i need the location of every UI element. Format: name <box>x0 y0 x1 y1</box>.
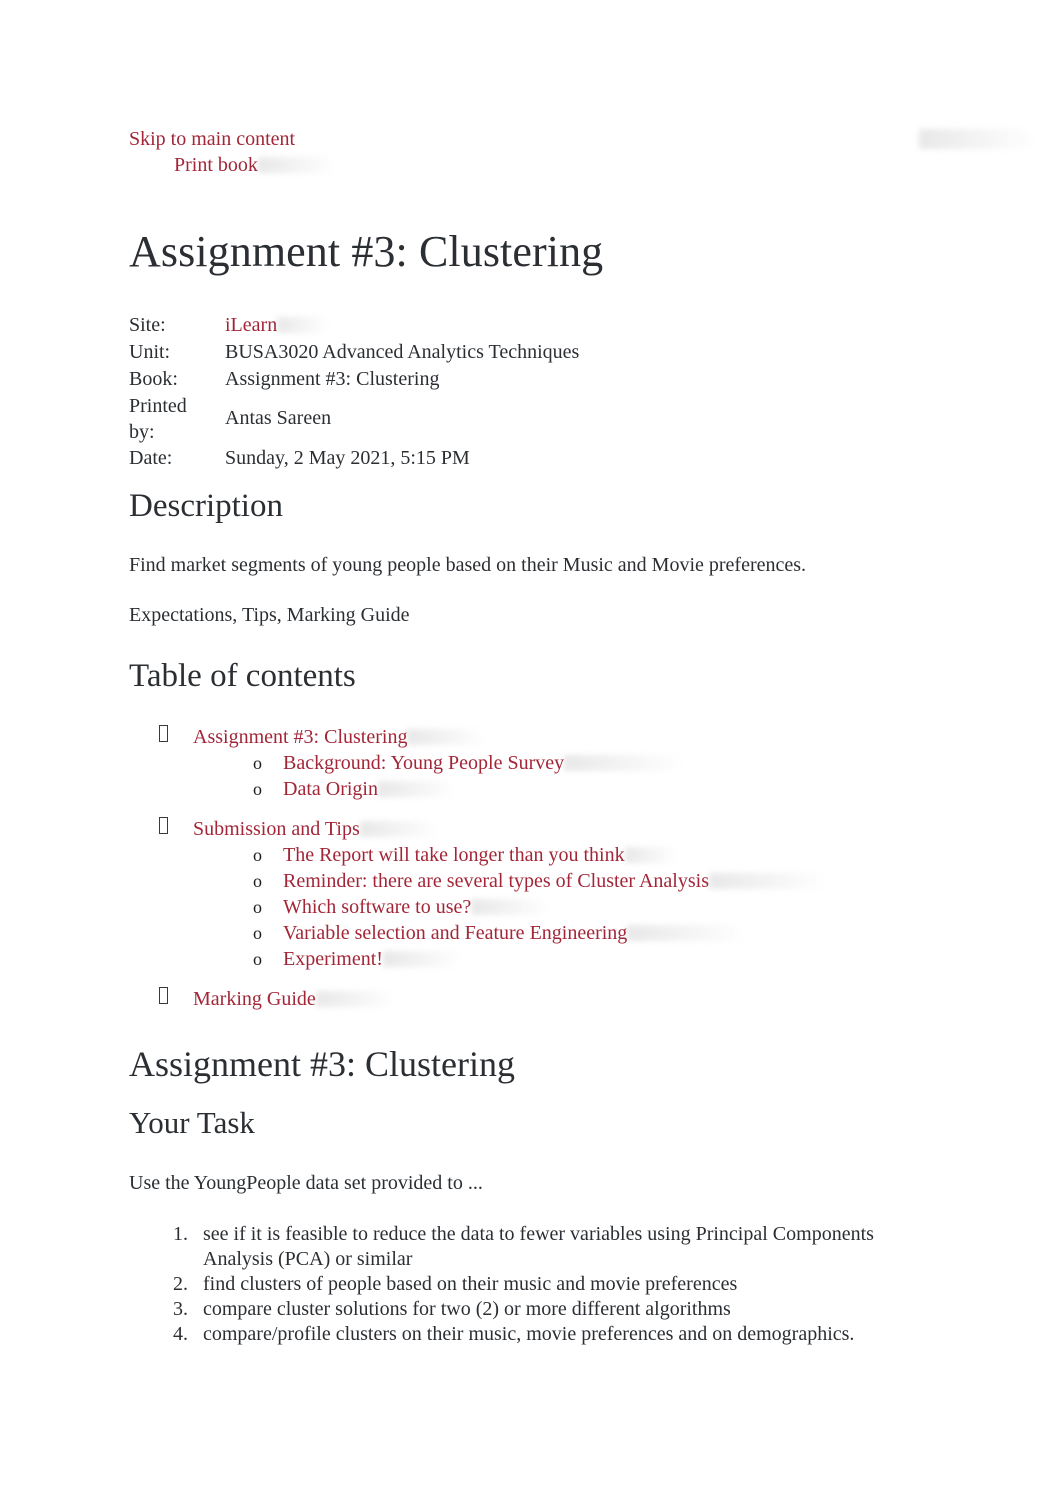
list-item: find clusters of people based on their m… <box>193 1272 919 1297</box>
table-row: Printed by: Antas Sareen <box>129 393 579 445</box>
table-row: Site: iLearn <box>129 312 579 339</box>
circle-bullet-icon: o <box>253 923 262 943</box>
task-list: see if it is feasible to reduce the data… <box>129 1222 919 1347</box>
toc-link-report-takes-longer[interactable]: The Report will take longer than you thi… <box>283 844 625 866</box>
list-item: o Experiment! <box>193 946 919 972</box>
meta-label-unit: Unit: <box>129 341 171 363</box>
toc-sublist: o The Report will take longer than you t… <box>193 842 919 972</box>
toc-link-submission-and-tips[interactable]: Submission and Tips <box>193 818 360 840</box>
meta-label-printed-by-line1: Printed <box>129 395 187 417</box>
meta-label-printed-by: Printed by: <box>129 393 225 445</box>
table-of-contents-list: Assignment #3: Clustering o Background: … <box>129 724 919 1012</box>
print-book-row: Print book <box>129 152 919 178</box>
toc-item-marking-guide: Marking Guide <box>129 986 919 1012</box>
list-item: o Data Origin <box>193 776 919 802</box>
print-book-link[interactable]: Print book <box>174 154 258 176</box>
square-bullet-icon <box>159 987 168 1004</box>
list-item: o The Report will take longer than you t… <box>193 842 919 868</box>
list-item: see if it is feasible to reduce the data… <box>193 1222 919 1272</box>
toc-link-data-origin[interactable]: Data Origin <box>283 778 378 800</box>
list-item: o Reminder: there are several types of C… <box>193 868 919 894</box>
list-item: o Which software to use? <box>193 894 919 920</box>
document-content: Skip to main content Print book Assignme… <box>129 126 919 1347</box>
circle-bullet-icon: o <box>253 779 262 799</box>
circle-bullet-icon: o <box>253 845 262 865</box>
toc-link-assignment-3-clustering[interactable]: Assignment #3: Clustering <box>193 726 407 748</box>
description-paragraph-1: Find market segments of young people bas… <box>129 554 807 576</box>
meta-label-site: Site: <box>129 314 166 336</box>
table-row: Book: Assignment #3: Clustering <box>129 366 579 393</box>
site-link[interactable]: iLearn <box>225 314 277 336</box>
skip-to-main-content-link[interactable]: Skip to main content <box>129 126 919 152</box>
meta-value-unit: BUSA3020 Advanced Analytics Techniques <box>225 341 580 363</box>
toc-link-marking-guide[interactable]: Marking Guide <box>193 988 316 1010</box>
meta-value-date: Sunday, 2 May 2021, 5:15 PM <box>225 447 470 469</box>
subsection-heading-your-task: Your Task <box>129 1105 255 1140</box>
meta-label-date: Date: <box>129 447 173 469</box>
page-title: Assignment #3: Clustering <box>129 227 604 276</box>
meta-label-book: Book: <box>129 368 178 390</box>
toc-link-reminder-cluster-analysis-types[interactable]: Reminder: there are several types of Clu… <box>283 870 709 892</box>
table-of-contents-heading: Table of contents <box>129 658 356 694</box>
list-item: compare cluster solutions for two (2) or… <box>193 1297 919 1322</box>
square-bullet-icon <box>159 817 168 834</box>
list-item: compare/profile clusters on their music,… <box>193 1322 919 1347</box>
top-links: Skip to main content Print book <box>129 126 919 178</box>
toc-item-assignment-3-clustering: Assignment #3: Clustering o Background: … <box>129 724 919 802</box>
task-intro-paragraph: Use the YoungPeople data set provided to… <box>129 1172 483 1194</box>
square-bullet-icon <box>159 725 168 742</box>
circle-bullet-icon: o <box>253 753 262 773</box>
table-row: Unit: BUSA3020 Advanced Analytics Techni… <box>129 339 579 366</box>
toc-link-variable-selection-feature-engineering[interactable]: Variable selection and Feature Engineeri… <box>283 922 627 944</box>
meta-value-book: Assignment #3: Clustering <box>225 368 440 390</box>
list-item: o Background: Young People Survey <box>193 750 919 776</box>
circle-bullet-icon: o <box>253 949 262 969</box>
toc-sublist: o Background: Young People Survey o Data… <box>193 750 919 802</box>
toc-link-background-young-people-survey[interactable]: Background: Young People Survey <box>283 752 564 774</box>
circle-bullet-icon: o <box>253 897 262 917</box>
toc-item-submission-and-tips: Submission and Tips o The Report will ta… <box>129 816 919 972</box>
meta-label-printed-by-line2: by: <box>129 421 155 443</box>
meta-value-printed-by: Antas Sareen <box>225 407 332 429</box>
toc-link-which-software-to-use[interactable]: Which software to use? <box>283 896 471 918</box>
list-item: o Variable selection and Feature Enginee… <box>193 920 919 946</box>
toc-link-experiment[interactable]: Experiment! <box>283 948 383 970</box>
table-row: Date: Sunday, 2 May 2021, 5:15 PM <box>129 445 579 472</box>
circle-bullet-icon: o <box>253 871 262 891</box>
document-page: Skip to main content Print book Assignme… <box>0 0 1062 1506</box>
meta-value-site: iLearn <box>225 312 579 339</box>
section-heading-assignment-3-clustering: Assignment #3: Clustering <box>129 1044 515 1084</box>
description-paragraph-2: Expectations, Tips, Marking Guide <box>129 604 410 626</box>
document-metadata-table: Site: iLearn Unit: BUSA3020 Advanced Ana… <box>129 312 579 472</box>
description-heading: Description <box>129 488 283 524</box>
